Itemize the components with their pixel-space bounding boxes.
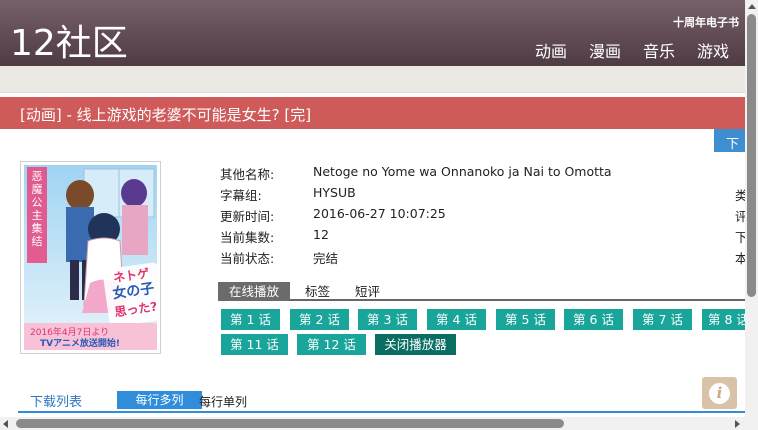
title-bar: [动画] - 线上游戏的老婆不可能是女生? [完] bbox=[0, 97, 745, 129]
episode-button[interactable]: 第 12 话 bbox=[297, 334, 366, 355]
info-icon: i bbox=[709, 383, 730, 404]
episode-button[interactable]: 第 4 话 bbox=[427, 309, 486, 330]
download-list-label[interactable]: 下载列表 bbox=[30, 391, 82, 410]
anniversary-ebook-link[interactable]: 十周年电子书 bbox=[673, 14, 739, 30]
page-title: [动画] - 线上游戏的老婆不可能是女生? [完] bbox=[20, 106, 312, 124]
episode-button[interactable]: 第 6 话 bbox=[564, 309, 623, 330]
right-column-label: 本 bbox=[735, 251, 745, 266]
episode-button[interactable]: 第 5 话 bbox=[496, 309, 555, 330]
poster-image[interactable]: 恶魔公主集结 ネトゲ 女の子 思った? 2016年4月7日より TVアニメ放送開… bbox=[20, 161, 161, 354]
info-value: 12 bbox=[313, 227, 329, 242]
site-logo[interactable]: 12社区 bbox=[10, 14, 128, 66]
episode-button[interactable]: 第 7 话 bbox=[633, 309, 692, 330]
nav-games[interactable]: 游戏 bbox=[697, 38, 729, 62]
episode-button[interactable]: 第 3 话 bbox=[358, 309, 417, 330]
poster-artwork: 恶魔公主集结 ネトゲ 女の子 思った? 2016年4月7日より TVアニメ放送開… bbox=[24, 165, 157, 350]
scroll-right-icon[interactable] bbox=[735, 420, 740, 428]
right-column-label: 下 bbox=[735, 230, 745, 245]
page: 12社区 十周年电子书 动画 漫画 音乐 游戏 [动画] - 线上游戏的老婆不可… bbox=[0, 0, 758, 430]
scroll-left-icon[interactable] bbox=[3, 420, 8, 428]
info-label: 字幕组: bbox=[220, 188, 262, 203]
right-column-label: 评 bbox=[735, 209, 745, 224]
episode-button[interactable]: 第 2 话 bbox=[290, 309, 349, 330]
info-label: 当前集数: bbox=[220, 230, 275, 245]
main-nav: 动画 漫画 音乐 游戏 bbox=[535, 38, 729, 62]
detail-tabs: 在线播放 标签 短评 bbox=[218, 282, 745, 301]
horizontal-scroll-thumb[interactable] bbox=[16, 419, 564, 428]
download-button[interactable]: 下 bbox=[714, 129, 745, 152]
tab-tags[interactable]: 标签 bbox=[305, 282, 330, 301]
horizontal-scrollbar[interactable] bbox=[0, 417, 745, 430]
site-header: 12社区 十周年电子书 动画 漫画 音乐 游戏 bbox=[0, 0, 745, 66]
info-label: 更新时间: bbox=[220, 209, 275, 224]
vertical-scrollbar[interactable] bbox=[745, 0, 758, 430]
info-label: 当前状态: bbox=[220, 251, 275, 266]
info-value: 2016-06-27 10:07:25 bbox=[313, 206, 446, 221]
scroll-up-icon[interactable] bbox=[748, 4, 756, 9]
tab-reviews[interactable]: 短评 bbox=[355, 282, 380, 301]
svg-text:2016年4月7日より: 2016年4月7日より bbox=[30, 326, 109, 338]
multi-column-toggle[interactable]: 每行多列 bbox=[117, 391, 202, 409]
episode-button[interactable]: 第 1 话 bbox=[221, 309, 280, 330]
right-column-label: 类 bbox=[735, 188, 745, 203]
download-list-header: 下载列表 每行多列 每行单列 bbox=[18, 390, 745, 413]
nav-music[interactable]: 音乐 bbox=[643, 38, 675, 62]
episode-button[interactable]: 第 11 话 bbox=[221, 334, 288, 355]
sub-bar bbox=[0, 66, 745, 93]
single-column-toggle[interactable]: 每行单列 bbox=[199, 393, 247, 410]
tab-online-play[interactable]: 在线播放 bbox=[218, 282, 290, 301]
nav-anime[interactable]: 动画 bbox=[535, 38, 567, 62]
info-value[interactable]: HYSUB bbox=[313, 185, 356, 200]
nav-manga[interactable]: 漫画 bbox=[589, 38, 621, 62]
close-player-button[interactable]: 关闭播放器 bbox=[375, 334, 456, 355]
vertical-scroll-thumb[interactable] bbox=[747, 14, 756, 297]
svg-text:TVアニメ放送開始!: TVアニメ放送開始! bbox=[40, 337, 120, 349]
info-value: 完结 bbox=[313, 251, 339, 266]
info-button[interactable]: i bbox=[702, 377, 737, 409]
poster-side-text: 恶魔公主集结 bbox=[32, 170, 43, 248]
info-value: Netoge no Yome wa Onnanoko ja Nai to Omo… bbox=[313, 164, 612, 179]
info-label: 其他名称: bbox=[220, 167, 275, 182]
